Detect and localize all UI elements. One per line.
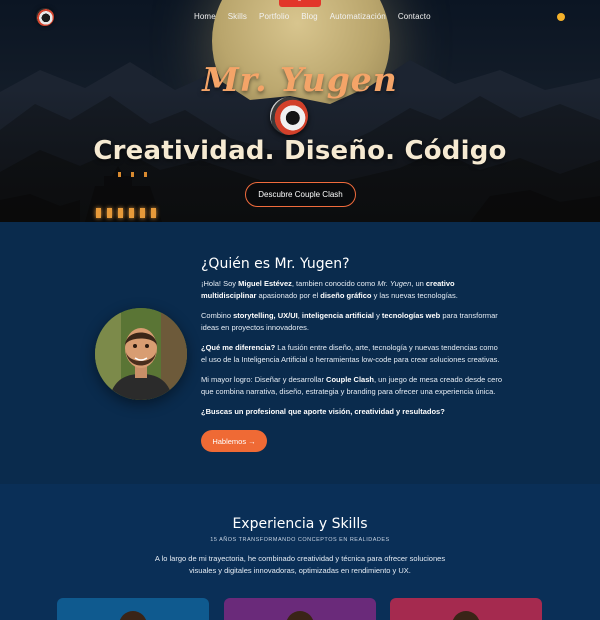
lets-talk-button[interactable]: Hablemos → — [201, 430, 267, 452]
about-achievement-text: Mi mayor logro: Diseñar y desarrollar Co… — [201, 375, 502, 396]
character-icon — [452, 611, 480, 620]
about-difference-text: ¿Qué me diferencia? La fusión entre dise… — [201, 343, 500, 364]
logo-icon[interactable] — [36, 8, 54, 26]
avatar-portrait-icon — [95, 308, 187, 400]
eye-logo-icon — [270, 97, 308, 135]
skills-title: Experiencia y Skills — [232, 516, 368, 532]
notice-tab[interactable]: ⌃ — [279, 0, 321, 7]
hero-section: ⌃ Home Skills Portfolio Blog Automatizac… — [0, 0, 600, 222]
about-section: ¿Quién es Mr. Yugen? ¡Hola! Soy Miguel E… — [0, 222, 600, 484]
nav-link-automatizacion[interactable]: Automatización — [330, 12, 386, 21]
hero-headline: Creatividad. Diseño. Código — [93, 136, 507, 166]
skill-card[interactable] — [224, 598, 376, 620]
about-skills-text: Combino storytelling, UX/UI, inteligenci… — [201, 311, 498, 332]
house-lights — [118, 172, 147, 177]
skill-card[interactable] — [390, 598, 542, 620]
about-title: ¿Quién es Mr. Yugen? — [201, 256, 350, 272]
skills-description: A lo largo de mi trayectoria, he combina… — [154, 554, 446, 575]
brand-script-title: Mr. Yugen — [202, 60, 398, 99]
character-icon — [286, 611, 314, 620]
nav-link-blog[interactable]: Blog — [301, 12, 317, 21]
nav-link-portfolio[interactable]: Portfolio — [259, 12, 289, 21]
skills-subtitle: 15 AÑOS TRANSFORMANDO CONCEPTOS EN REALI… — [210, 537, 390, 543]
about-intro: ¡Hola! Soy Miguel Estévez, tambien conoc… — [201, 279, 458, 300]
nav-link-contacto[interactable]: Contacto — [398, 12, 431, 21]
skill-card[interactable] — [57, 598, 209, 620]
about-question-text: ¿Buscas un profesional que aporte visión… — [201, 407, 445, 416]
house-windows — [96, 208, 156, 218]
discover-couple-clash-button[interactable]: Descubre Couple Clash — [245, 182, 356, 207]
theme-toggle-icon[interactable] — [557, 13, 565, 21]
character-icon — [119, 611, 147, 620]
skills-section: Experiencia y Skills 15 AÑOS TRANSFORMAN… — [0, 484, 600, 620]
nav-links: Home Skills Portfolio Blog Automatizació… — [194, 12, 431, 21]
nav-link-home[interactable]: Home — [194, 12, 216, 21]
nav-link-skills[interactable]: Skills — [228, 12, 247, 21]
top-navigation: ⌃ Home Skills Portfolio Blog Automatizac… — [0, 0, 600, 34]
avatar — [95, 308, 187, 400]
